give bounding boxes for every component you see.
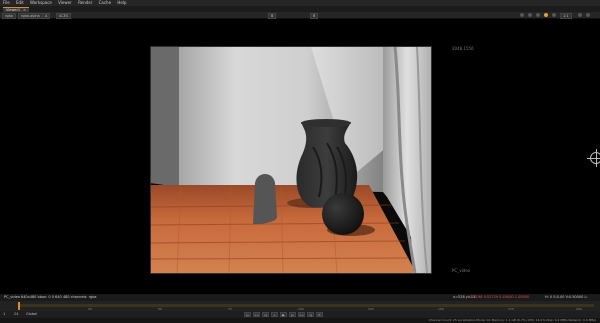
gamma-icon[interactable] [528, 13, 532, 17]
rendered-image [150, 46, 432, 274]
menu-edit[interactable]: Edit [16, 0, 24, 5]
timeline[interactable]: 1 25 50 75 100 125 150 175 200 [0, 301, 600, 311]
proxy-icon[interactable] [536, 13, 540, 17]
fast-forward-button[interactable]: >> [298, 312, 305, 317]
lut-icon[interactable] [578, 13, 582, 17]
status-text: Channel Count: 25 Localization Mode: On … [428, 318, 596, 322]
menu-cache[interactable]: Cache [99, 0, 111, 5]
clipping-icon[interactable] [552, 13, 556, 17]
last-frame-button[interactable]: >| [307, 312, 314, 317]
playback-mode-dropdown[interactable]: Global [26, 311, 37, 318]
info-bar: PC_video 640x480 bbox: 0 0 640 480 chann… [0, 294, 600, 306]
playback-controls: 1 24 Global |< << <| < ▶ |> >> >| ⟳ [0, 311, 600, 318]
status-bar: Channel Count: 25 Localization Mode: On … [0, 318, 600, 323]
plate-name-label: PC_video [452, 268, 471, 273]
menu-viewer[interactable]: Viewer [58, 0, 72, 5]
loop-button[interactable]: ⟳ [316, 312, 323, 317]
pixel-values: 0.54198 0.51729 0.40000 1.00000 [468, 295, 530, 299]
menu-workspace[interactable]: Workspace [30, 0, 52, 5]
fps-field[interactable]: 24 [14, 311, 18, 318]
image-info: PC_video 640x480 bbox: 0 0 640 480 chann… [4, 295, 97, 299]
prev-keyframe-button[interactable]: <| [262, 312, 269, 317]
first-frame-button[interactable]: |< [244, 312, 251, 317]
rewind-button[interactable]: << [253, 312, 260, 317]
menu-render[interactable]: Render [78, 0, 92, 5]
settings-icon[interactable] [586, 13, 590, 17]
prev-frame-button[interactable]: < [271, 312, 278, 317]
menu-help[interactable]: Help [117, 0, 126, 5]
viewer-crosshair-icon[interactable] [587, 149, 600, 167]
play-button[interactable]: ▶ [280, 312, 287, 317]
menu-file[interactable]: File [3, 0, 10, 5]
current-frame-field[interactable]: 1 [3, 311, 5, 318]
gain-icon[interactable] [520, 13, 524, 17]
roi-icon[interactable] [544, 13, 548, 17]
viewer-toolbar: rgba rgba.alpha A ACES B B 1:1 [0, 12, 600, 19]
next-frame-button[interactable]: |> [289, 312, 296, 317]
bbox-top-label: 2048,1556 [452, 46, 474, 51]
